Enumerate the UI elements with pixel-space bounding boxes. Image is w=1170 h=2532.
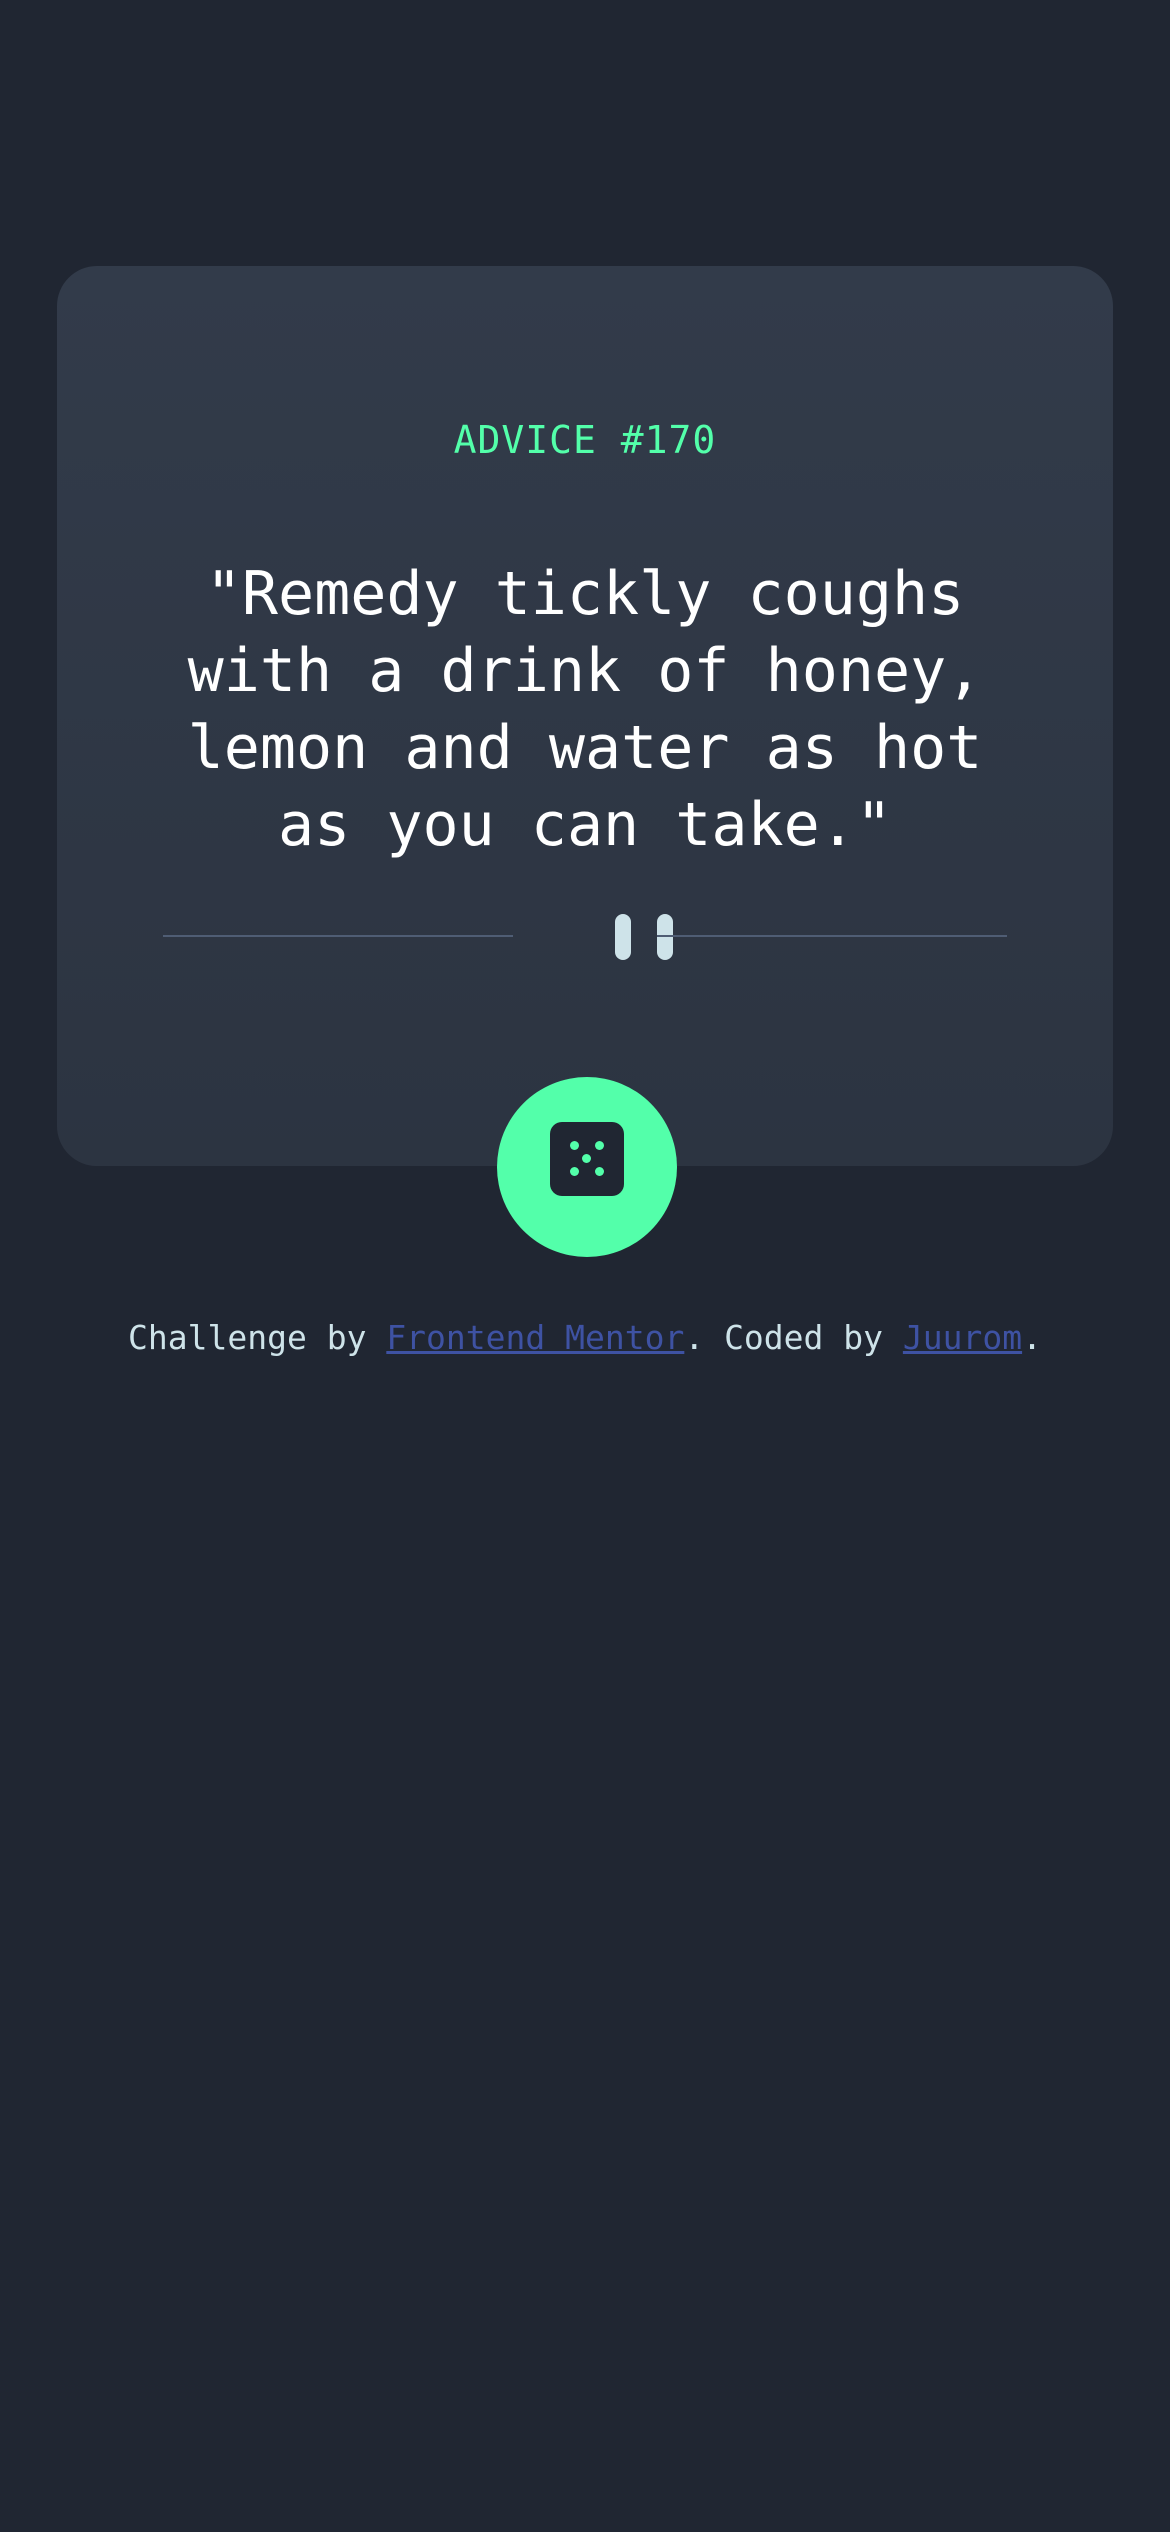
page: ADVICE #170 "Remedy tickly coughs with a… xyxy=(0,0,1170,2532)
dice-pip xyxy=(595,1167,604,1176)
author-link[interactable]: Juurom xyxy=(903,1318,1022,1357)
advice-card: ADVICE #170 "Remedy tickly coughs with a… xyxy=(57,266,1113,1166)
dice-pip xyxy=(570,1167,579,1176)
attribution-suffix: . xyxy=(1022,1318,1042,1357)
attribution-middle: . Coded by xyxy=(684,1318,903,1357)
attribution: Challenge by Frontend Mentor. Coded by J… xyxy=(0,1318,1170,1357)
advice-quote: "Remedy tickly coughs with a drink of ho… xyxy=(187,559,983,860)
divider-line-left xyxy=(163,935,513,937)
advice-number: ADVICE #170 xyxy=(453,418,717,462)
frontend-mentor-link[interactable]: Frontend Mentor xyxy=(386,1318,684,1357)
dice-pip xyxy=(570,1141,579,1150)
dice-icon xyxy=(550,1122,624,1196)
dice-pip xyxy=(582,1154,591,1163)
pause-bar-left xyxy=(615,914,631,960)
new-advice-button[interactable] xyxy=(497,1077,677,1257)
dice-pip xyxy=(595,1141,604,1150)
pause-icon xyxy=(615,914,675,960)
pause-bar-right xyxy=(657,914,673,960)
attribution-prefix: Challenge by xyxy=(128,1318,387,1357)
divider-line-right xyxy=(657,935,1007,937)
divider xyxy=(163,906,1007,966)
